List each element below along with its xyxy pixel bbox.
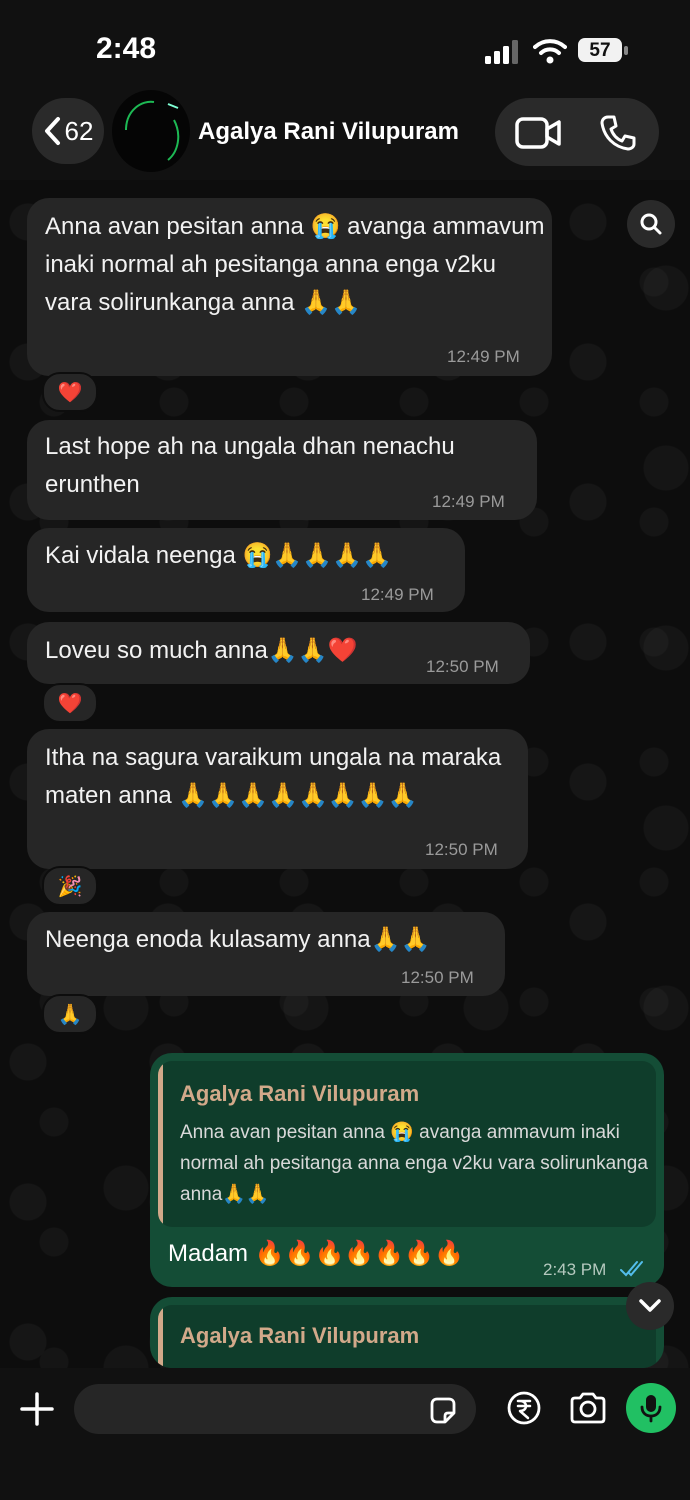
quoted-message[interactable]: Agalya Rani Vilupuram <box>158 1305 656 1368</box>
message-text: Madam 🔥🔥🔥🔥🔥🔥🔥 <box>168 1240 464 1267</box>
chevron-down-icon <box>639 1299 661 1312</box>
quote-text: Anna avan pesitan anna 😭 avanga ammavum … <box>180 1122 648 1205</box>
avatar-image <box>125 100 180 161</box>
search-button[interactable] <box>627 200 675 248</box>
cellular-signal-icon <box>485 40 518 64</box>
outgoing-message-bubble[interactable]: Agalya Rani Vilupuram <box>150 1297 664 1368</box>
search-icon <box>640 213 662 235</box>
unread-count: 62 <box>64 115 94 146</box>
back-chevron-icon <box>44 117 60 145</box>
wifi-icon <box>533 39 567 64</box>
rupee-icon[interactable] <box>506 1390 542 1426</box>
message-text: Kai vidala neenga 😭🙏🙏🙏🙏 <box>45 542 392 569</box>
quote-sender: Agalya Rani Vilupuram <box>180 1081 420 1106</box>
status-time: 2:48 <box>96 32 157 65</box>
read-ticks-icon <box>620 1261 643 1277</box>
message-time: 12:50 PM <box>425 840 498 859</box>
call-actions <box>495 98 659 166</box>
message-bubble[interactable]: Neenga enoda kulasamy anna🙏🙏 12:50 PM <box>27 912 505 996</box>
quote-sender: Agalya Rani Vilupuram <box>180 1323 420 1348</box>
message-text: Loveu so much anna🙏🙏❤️ <box>45 637 358 664</box>
message-bubble[interactable]: Loveu so much anna🙏🙏❤️ 12:50 PM <box>27 622 530 684</box>
avatar[interactable] <box>112 90 190 172</box>
scroll-down-button[interactable] <box>626 1282 674 1330</box>
message-bubble[interactable]: Last hope ah na ungala dhan nenachu erun… <box>27 420 537 520</box>
back-button[interactable]: 62 <box>32 98 104 164</box>
message-text: Itha na sagura varaikum ungala na maraka… <box>45 744 502 809</box>
message-bubble[interactable]: Kai vidala neenga 😭🙏🙏🙏🙏 12:49 PM <box>27 528 465 612</box>
reaction-badge[interactable]: 🎉 <box>42 866 98 906</box>
message-time: 2:43 PM <box>543 1260 607 1279</box>
plus-icon[interactable] <box>18 1390 56 1428</box>
message-time: 12:50 PM <box>401 968 474 987</box>
mic-icon <box>640 1395 662 1423</box>
battery-level: 57 <box>589 40 611 61</box>
message-bubble[interactable]: Itha na sagura varaikum ungala na maraka… <box>27 729 528 869</box>
message-text: Anna avan pesitan anna 😭 avanga ammavum … <box>45 213 545 316</box>
quoted-message[interactable]: Agalya Rani Vilupuram Anna avan pesitan … <box>158 1061 656 1227</box>
voice-message-button[interactable] <box>626 1383 676 1433</box>
status-bar: 2:48 57 <box>0 0 690 90</box>
message-input[interactable] <box>74 1384 476 1434</box>
message-time: 12:49 PM <box>361 585 434 604</box>
chat-header: 62 Agalya Rani Vilupuram <box>0 90 690 180</box>
reaction-badge[interactable]: ❤️ <box>42 372 98 412</box>
outgoing-message-bubble[interactable]: Agalya Rani Vilupuram Anna avan pesitan … <box>150 1053 664 1287</box>
camera-icon[interactable] <box>569 1392 607 1424</box>
battery-icon: 57 <box>578 38 630 64</box>
video-call-icon[interactable] <box>515 116 561 150</box>
reaction-badge[interactable]: 🙏 <box>42 994 98 1034</box>
message-time: 12:49 PM <box>447 347 520 366</box>
quote-accent-bar <box>158 1305 163 1368</box>
quote-accent-bar <box>158 1061 163 1227</box>
phone-icon[interactable] <box>599 114 637 152</box>
message-time: 12:50 PM <box>426 657 499 676</box>
composer-bar <box>0 1368 690 1500</box>
message-bubble[interactable]: Anna avan pesitan anna 😭 avanga ammavum … <box>27 198 552 376</box>
message-text: Neenga enoda kulasamy anna🙏🙏 <box>45 926 431 953</box>
sticker-icon[interactable] <box>428 1396 458 1426</box>
reaction-badge[interactable]: ❤️ <box>42 683 98 723</box>
message-time: 12:49 PM <box>432 492 505 511</box>
contact-name[interactable]: Agalya Rani Vilupuram <box>198 118 459 146</box>
